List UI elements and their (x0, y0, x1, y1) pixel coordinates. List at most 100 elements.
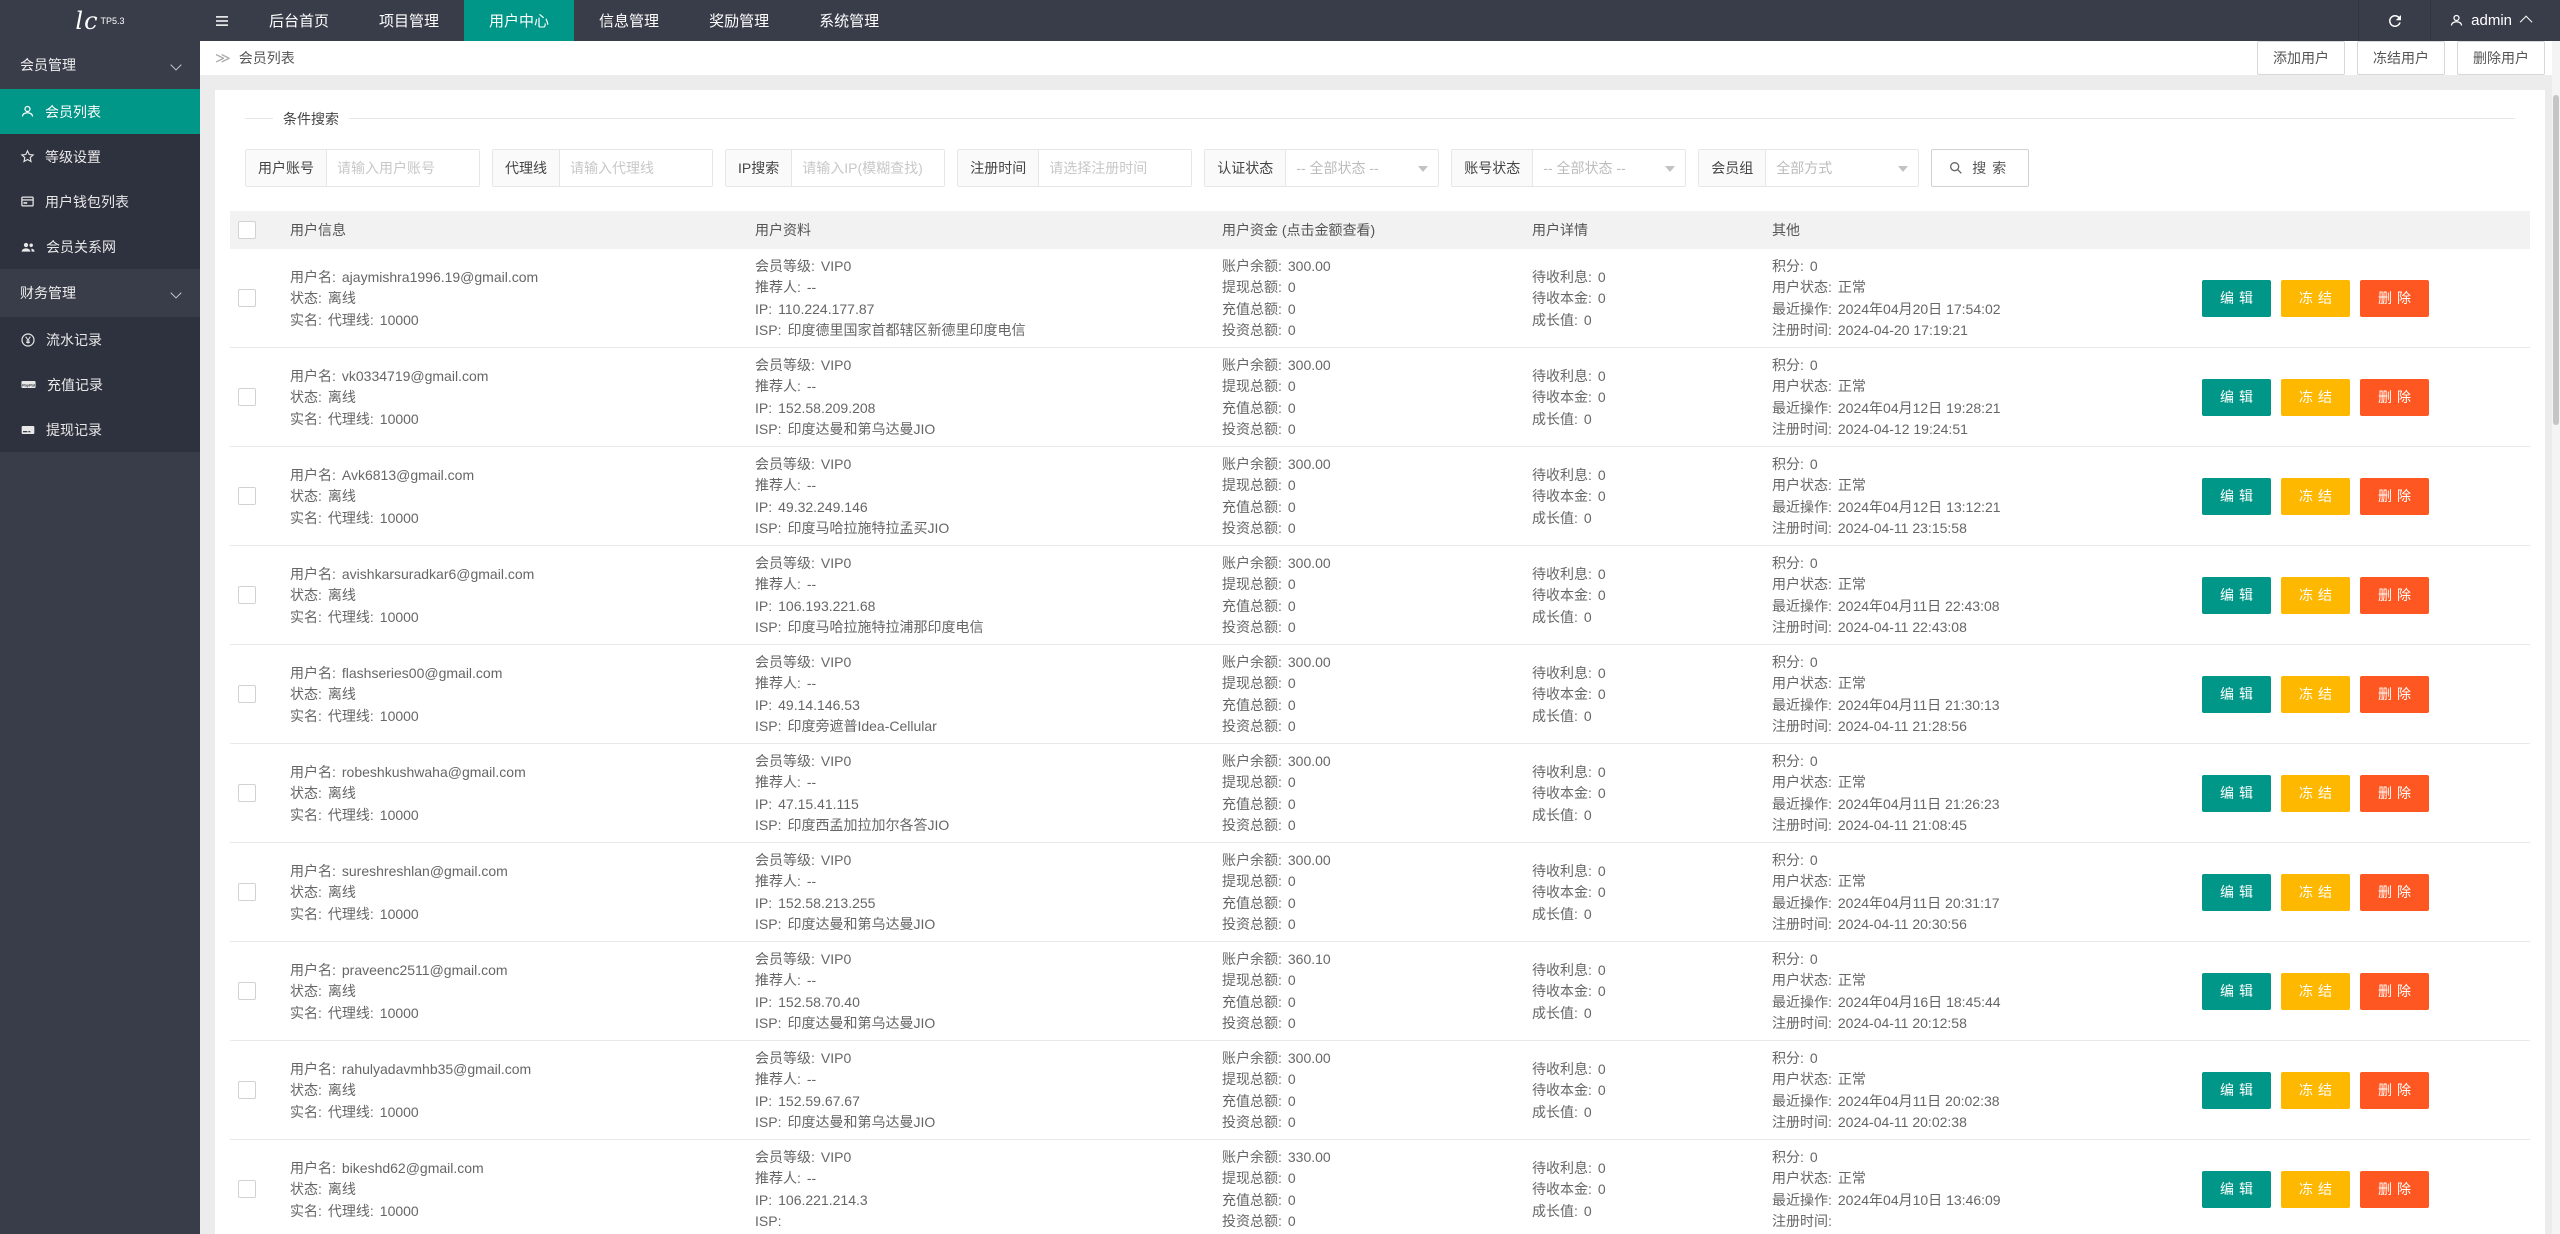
withdraw-total[interactable]: 0 (1288, 576, 1296, 592)
invest-total[interactable]: 0 (1288, 916, 1296, 932)
nav-item-projects[interactable]: 项目管理 (354, 0, 464, 41)
delete-button[interactable]: 删除 (2360, 378, 2429, 416)
sidebar-item-member-network[interactable]: 流水记录 会员关系网 (0, 224, 200, 269)
username-link[interactable]: ajaymishra1996.19@gmail.com (342, 269, 538, 285)
agent-input[interactable] (560, 150, 712, 186)
row-checkbox[interactable] (238, 784, 256, 802)
freeze-button[interactable]: 冻结 (2281, 378, 2350, 416)
row-checkbox[interactable] (238, 685, 256, 703)
username-link[interactable]: rahulyadavmhb35@gmail.com (342, 1061, 531, 1077)
recharge-total[interactable]: 0 (1288, 1192, 1296, 1208)
username-link[interactable]: avishkarsuradkar6@gmail.com (342, 566, 534, 582)
sidebar-item-member-list[interactable]: 会员列表 (0, 89, 200, 134)
delete-button[interactable]: 删除 (2360, 972, 2429, 1010)
edit-button[interactable]: 编辑 (2202, 477, 2271, 515)
scrollbar[interactable] (2552, 41, 2560, 1234)
delete-button[interactable]: 删除 (2360, 774, 2429, 812)
freeze-button[interactable]: 冻结 (2281, 1071, 2350, 1109)
withdraw-total[interactable]: 0 (1288, 378, 1296, 394)
withdraw-total[interactable]: 0 (1288, 774, 1296, 790)
edit-button[interactable]: 编辑 (2202, 576, 2271, 614)
withdraw-total[interactable]: 0 (1288, 1170, 1296, 1186)
account-input[interactable] (327, 150, 479, 186)
invest-total[interactable]: 0 (1288, 1015, 1296, 1031)
balance-amount[interactable]: 300.00 (1288, 1050, 1331, 1066)
invest-total[interactable]: 0 (1288, 817, 1296, 833)
scrollbar-thumb[interactable] (2553, 95, 2559, 425)
withdraw-total[interactable]: 0 (1288, 279, 1296, 295)
select-all-checkbox[interactable] (238, 221, 256, 239)
freeze-user-button[interactable]: 冻结用户 (2357, 41, 2445, 75)
withdraw-total[interactable]: 0 (1288, 972, 1296, 988)
invest-total[interactable]: 0 (1288, 421, 1296, 437)
row-checkbox[interactable] (238, 388, 256, 406)
recharge-total[interactable]: 0 (1288, 697, 1296, 713)
sidebar-section-member-mgmt[interactable]: 会员管理 (0, 41, 200, 89)
freeze-button[interactable]: 冻结 (2281, 279, 2350, 317)
sidebar-item-level-settings[interactable]: 等级设置 (0, 134, 200, 179)
nav-item-rewards[interactable]: 奖励管理 (684, 0, 794, 41)
delete-button[interactable]: 删除 (2360, 1170, 2429, 1208)
row-checkbox[interactable] (238, 1180, 256, 1198)
nav-item-home[interactable]: 后台首页 (244, 0, 354, 41)
edit-button[interactable]: 编辑 (2202, 1170, 2271, 1208)
freeze-button[interactable]: 冻结 (2281, 1170, 2350, 1208)
recharge-total[interactable]: 0 (1288, 301, 1296, 317)
add-user-button[interactable]: 添加用户 (2257, 41, 2345, 75)
recharge-total[interactable]: 0 (1288, 400, 1296, 416)
recharge-total[interactable]: 0 (1288, 895, 1296, 911)
invest-total[interactable]: 0 (1288, 1213, 1296, 1229)
username-link[interactable]: robeshkushwaha@gmail.com (342, 764, 526, 780)
balance-amount[interactable]: 300.00 (1288, 357, 1331, 373)
balance-amount[interactable]: 300.00 (1288, 555, 1331, 571)
edit-button[interactable]: 编辑 (2202, 873, 2271, 911)
withdraw-total[interactable]: 0 (1288, 477, 1296, 493)
edit-button[interactable]: 编辑 (2202, 378, 2271, 416)
username-link[interactable]: praveenc2511@gmail.com (342, 962, 508, 978)
freeze-button[interactable]: 冻结 (2281, 873, 2350, 911)
nav-item-system[interactable]: 系统管理 (794, 0, 904, 41)
invest-total[interactable]: 0 (1288, 718, 1296, 734)
balance-amount[interactable]: 330.00 (1288, 1149, 1331, 1165)
row-checkbox[interactable] (238, 883, 256, 901)
withdraw-total[interactable]: 0 (1288, 675, 1296, 691)
regtime-input[interactable] (1039, 150, 1192, 186)
delete-button[interactable]: 删除 (2360, 1071, 2429, 1109)
admin-menu[interactable]: admin (2430, 0, 2560, 41)
balance-amount[interactable]: 300.00 (1288, 258, 1331, 274)
edit-button[interactable]: 编辑 (2202, 279, 2271, 317)
row-checkbox[interactable] (238, 1081, 256, 1099)
recharge-total[interactable]: 0 (1288, 1093, 1296, 1109)
invest-total[interactable]: 0 (1288, 520, 1296, 536)
recharge-total[interactable]: 0 (1288, 499, 1296, 515)
auth-status-select[interactable]: -- 全部状态 -- (1286, 150, 1438, 186)
invest-total[interactable]: 0 (1288, 322, 1296, 338)
balance-amount[interactable]: 300.00 (1288, 852, 1331, 868)
recharge-total[interactable]: 0 (1288, 598, 1296, 614)
search-button[interactable]: 搜索 (1931, 149, 2030, 187)
freeze-button[interactable]: 冻结 (2281, 972, 2350, 1010)
sidebar-section-finance-mgmt[interactable]: 财务管理 (0, 269, 200, 317)
account-status-select[interactable]: -- 全部状态 -- (1533, 150, 1685, 186)
balance-amount[interactable]: 360.10 (1288, 951, 1331, 967)
delete-user-button[interactable]: 删除用户 (2457, 41, 2545, 75)
edit-button[interactable]: 编辑 (2202, 972, 2271, 1010)
row-checkbox[interactable] (238, 487, 256, 505)
balance-amount[interactable]: 300.00 (1288, 654, 1331, 670)
username-link[interactable]: bikeshd62@gmail.com (342, 1160, 484, 1176)
row-checkbox[interactable] (238, 586, 256, 604)
freeze-button[interactable]: 冻结 (2281, 675, 2350, 713)
hamburger-icon[interactable] (200, 0, 244, 41)
nav-item-user-center[interactable]: 用户中心 (464, 0, 575, 41)
row-checkbox[interactable] (238, 982, 256, 1000)
edit-button[interactable]: 编辑 (2202, 675, 2271, 713)
sidebar-item-user-wallets[interactable]: 用户钱包列表 (0, 179, 200, 224)
freeze-button[interactable]: 冻结 (2281, 477, 2350, 515)
edit-button[interactable]: 编辑 (2202, 774, 2271, 812)
nav-item-info[interactable]: 信息管理 (574, 0, 684, 41)
delete-button[interactable]: 删除 (2360, 873, 2429, 911)
username-link[interactable]: flashseries00@gmail.com (342, 665, 503, 681)
delete-button[interactable]: 删除 (2360, 576, 2429, 614)
username-link[interactable]: Avk6813@gmail.com (342, 467, 474, 483)
delete-button[interactable]: 删除 (2360, 279, 2429, 317)
